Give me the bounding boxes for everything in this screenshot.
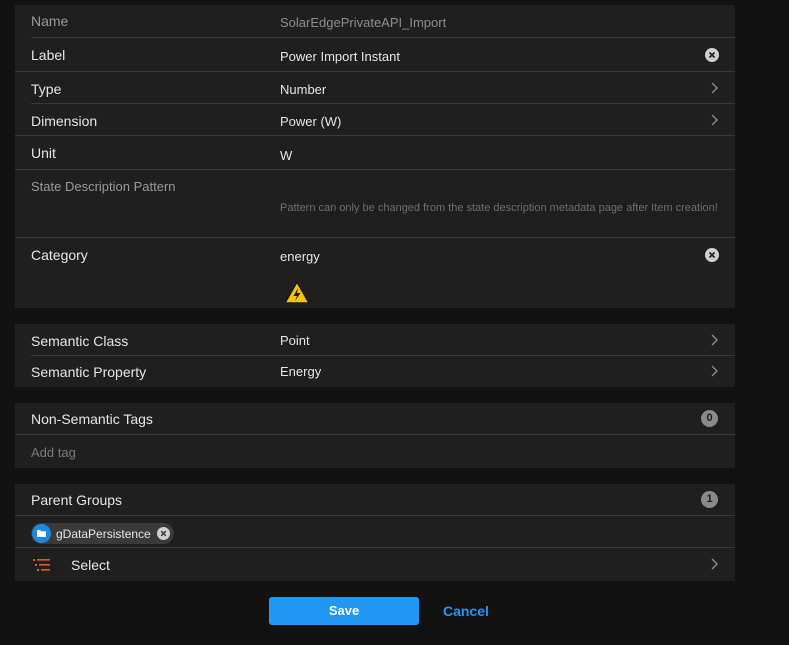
cancel-button[interactable]: Cancel (441, 597, 491, 625)
tags-count-badge: 0 (701, 410, 718, 427)
state-pattern-hint: Pattern can only be changed from the sta… (280, 202, 718, 214)
category-row[interactable]: Category energy (15, 238, 735, 308)
dimension-value: Power (W) (280, 114, 342, 129)
select-group-row[interactable]: Select (15, 548, 735, 581)
save-button[interactable]: Save (269, 597, 419, 625)
chevron-right-icon (711, 365, 718, 377)
tags-panel: Non-Semantic Tags 0 Add tag (15, 403, 735, 468)
group-chip-label: gDataPersistence (56, 526, 151, 541)
chevron-right-icon (711, 558, 718, 570)
unit-row[interactable]: Unit W (15, 136, 735, 169)
groups-panel: Parent Groups 1 gDataPersistence Select (15, 484, 735, 581)
type-label: Type (31, 81, 62, 97)
name-label: Name (31, 13, 69, 29)
chevron-right-icon (711, 334, 718, 346)
select-group-label: Select (71, 557, 110, 573)
name-value: SolarEdgePrivateAPI_Import (280, 15, 447, 30)
tags-header: Non-Semantic Tags 0 (15, 403, 735, 434)
label-row[interactable]: Label Power Import Instant (15, 38, 735, 71)
chevron-right-icon (711, 114, 718, 126)
warning-bolt-icon (284, 281, 310, 304)
state-pattern-row: State Description Pattern Pattern can on… (15, 170, 735, 237)
state-pattern-label: State Description Pattern (31, 179, 176, 194)
clear-label-icon[interactable] (705, 48, 719, 62)
add-tag-row[interactable]: Add tag (15, 435, 735, 468)
type-row[interactable]: Type Number (15, 72, 735, 103)
semantic-property-label: Semantic Property (31, 364, 147, 380)
chevron-right-icon (711, 82, 718, 94)
groups-header: Parent Groups 1 (15, 484, 735, 515)
type-value: Number (280, 82, 327, 97)
unit-input[interactable]: W (280, 148, 292, 163)
dimension-row[interactable]: Dimension Power (W) (15, 104, 735, 135)
list-icon (33, 559, 50, 571)
group-chips-row: gDataPersistence (15, 516, 735, 546)
label-input[interactable]: Power Import Instant (280, 49, 400, 64)
unit-label: Unit (31, 145, 56, 161)
semantic-property-value: Energy (280, 364, 322, 379)
groups-label: Parent Groups (31, 492, 123, 508)
category-label: Category (31, 247, 88, 263)
semantic-property-row[interactable]: Semantic Property Energy (15, 356, 735, 387)
semantic-class-label: Semantic Class (31, 333, 129, 349)
dimension-label: Dimension (31, 113, 98, 129)
groups-count-badge: 1 (701, 491, 718, 508)
remove-group-icon[interactable] (156, 527, 170, 540)
clear-category-icon[interactable] (705, 248, 719, 262)
folder-icon (32, 524, 51, 543)
group-chip[interactable]: gDataPersistence (31, 523, 174, 544)
item-fields-panel: Name SolarEdgePrivateAPI_Import Label Po… (15, 5, 735, 308)
semantic-class-row[interactable]: Semantic Class Point (15, 324, 735, 355)
add-tag-input[interactable]: Add tag (31, 445, 76, 460)
tags-label: Non-Semantic Tags (31, 411, 153, 427)
label-label: Label (31, 47, 66, 63)
name-row: Name SolarEdgePrivateAPI_Import (15, 5, 735, 38)
semantic-class-value: Point (280, 333, 310, 348)
semantics-panel: Semantic Class Point Semantic Property E… (15, 324, 735, 387)
category-input[interactable]: energy (280, 249, 320, 264)
